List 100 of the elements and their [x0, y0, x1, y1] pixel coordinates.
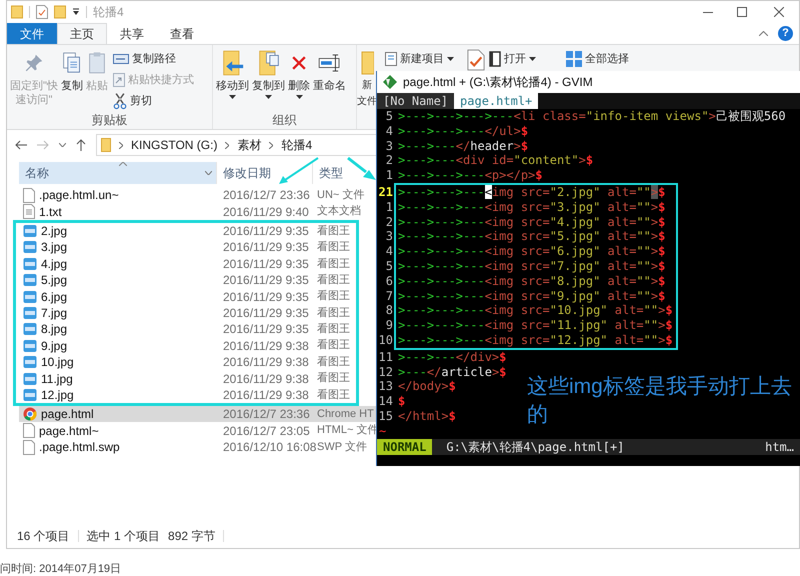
file-row[interactable]: page.html 2016/12/7 23:36 Chrome HT [19, 406, 377, 422]
image-file-icon [23, 372, 37, 386]
file-icon [23, 440, 35, 455]
file-name: 7.jpg [41, 304, 68, 322]
line-number: 6 [384, 274, 394, 289]
dropdown-icon [447, 57, 454, 61]
group-label: 剪贴板 [90, 112, 128, 129]
image-file-icon [23, 224, 37, 238]
ribbon-button[interactable]: 打开 [489, 50, 536, 68]
rename-icon [318, 54, 342, 72]
file-row[interactable]: 1.txt 2016/11/29 9:40 文本文档 [19, 203, 377, 220]
file-name: .page.html.un~ [39, 187, 119, 204]
file-row[interactable]: 4.jpg 2016/11/29 9:35 看图王 [19, 256, 356, 272]
customize-icon[interactable] [72, 8, 80, 16]
collapse-icon[interactable] [759, 31, 768, 36]
properties-icon[interactable] [36, 5, 48, 19]
file-row[interactable]: .page.html.swp 2016/12/10 16:08SWP 文件 [19, 438, 377, 456]
code-line: >--->--->---<img src="7.jpg" alt="">$ [398, 258, 666, 274]
breadcrumb[interactable]: 素材 [237, 136, 262, 154]
code-line: >--->--->---<img src="12.jpg" alt="">$ [398, 332, 673, 348]
ribbon-button[interactable]: 重命名 [312, 49, 347, 93]
file-name: page.html [41, 406, 94, 424]
line-number: 15 [378, 408, 394, 424]
line-number: 3 [384, 138, 394, 154]
breadcrumb[interactable]: KINGSTON (G:) [131, 136, 218, 154]
column-header[interactable]: 类型 [313, 162, 377, 184]
image-file-icon [23, 322, 37, 336]
file-type: 看图王 [316, 240, 350, 256]
file-date: 2016/11/29 9:35 [222, 272, 310, 290]
file-row[interactable]: 6.jpg 2016/11/29 9:35 看图王 [19, 288, 356, 305]
file-name: 9.jpg [41, 338, 68, 355]
folder-icon [11, 5, 23, 19]
button-label: 新 [362, 79, 372, 93]
ribbon-button[interactable]: 移动到 [215, 49, 250, 99]
ribbon-button[interactable]: 复制路径 [113, 50, 194, 68]
file-type: 看图王 [316, 272, 350, 288]
chevron-icon [225, 142, 230, 148]
line-number: 5 [384, 258, 394, 274]
line-number: 2 [384, 214, 394, 230]
chevron-icon [119, 142, 123, 148]
ribbon-button[interactable]: 全部选择 [566, 50, 629, 68]
window-title: page.html + (G:\素材\轮播4) - GVIM [403, 74, 593, 91]
file-row[interactable]: 7.jpg 2016/11/29 9:35 看图王 [19, 304, 356, 322]
ribbon-button[interactable]: 新 文件 [357, 49, 377, 109]
status-text: 选中 1 个项目 [86, 528, 160, 545]
file-row[interactable]: 2.jpg 2016/11/29 9:35 看图王 [19, 222, 356, 240]
file-type: Chrome HT [316, 407, 374, 422]
folder-arrow-icon [222, 50, 244, 76]
file-row[interactable]: 12.jpg 2016/11/29 9:38 看图王 [19, 386, 356, 404]
editor-tab[interactable]: [No Name] [377, 93, 454, 109]
ribbon-button[interactable]: 复制到 [251, 49, 286, 99]
ribbon-tab[interactable]: 主页 [57, 23, 107, 44]
code-line: </html>$ [398, 408, 456, 424]
file-row[interactable]: 5.jpg 2016/11/29 9:35 看图王 [19, 272, 356, 288]
line-number: 4 [384, 244, 394, 259]
file-date: 2016/11/29 9:38 [222, 354, 310, 372]
file-type: htm… [765, 438, 795, 455]
code-line: >--->---</div>$ [398, 350, 506, 365]
up-icon[interactable] [76, 139, 86, 151]
file-type: 看图王 [316, 306, 350, 321]
code-line: >--->--->---<img src="3.jpg" alt="">$ [398, 200, 666, 215]
file-row[interactable]: 10.jpg 2016/11/29 9:38 看图王 [19, 354, 356, 370]
button-label: 移动到 [216, 79, 249, 93]
button-label: 粘贴快捷方式 [128, 72, 194, 88]
ribbon-button[interactable]: 剪切 [113, 92, 194, 110]
breadcrumb[interactable]: 轮播4 [281, 136, 312, 154]
file-row[interactable]: 9.jpg 2016/11/29 9:38 看图王 [19, 338, 356, 354]
file-date: 2016/12/7 23:36 [222, 187, 311, 204]
ribbon-tab[interactable]: 查看 [157, 23, 207, 44]
code-line: >--->--->---<img src="4.jpg" alt="">$ [398, 214, 666, 230]
address-bar[interactable]: KINGSTON (G:) 素材 轮播4 [96, 134, 377, 156]
shortcut-icon [113, 73, 125, 87]
folder-copy-icon [258, 50, 280, 76]
ribbon-tab[interactable]: 共享 [107, 23, 157, 44]
button-label: 剪切 [130, 94, 152, 109]
ribbon-button[interactable]: 删除 [287, 49, 311, 99]
ribbon-button[interactable]: 复制 [60, 49, 84, 93]
line-number: 1 [384, 168, 394, 183]
image-file-icon [23, 290, 37, 304]
back-icon[interactable] [15, 140, 27, 150]
help-button[interactable]: ? [778, 26, 793, 41]
button-label: 新建项目 [400, 52, 444, 67]
column-header[interactable]: 名称 [19, 162, 217, 184]
editor-tab[interactable]: page.html+ [454, 93, 538, 109]
file-icon [23, 188, 35, 203]
line-number: 1 [384, 200, 394, 215]
file-row[interactable]: 8.jpg 2016/11/29 9:35 看图王 [19, 321, 356, 338]
file-type: 看图王 [316, 322, 350, 338]
file-date: 2016/11/29 9:35 [222, 256, 310, 273]
ribbon-tab[interactable]: 文件 [7, 23, 57, 44]
ribbon-button[interactable]: 新建项目 [385, 50, 454, 68]
recent-icon[interactable] [59, 143, 66, 147]
code-line: >--->---<div id="content">$ [398, 153, 594, 168]
file-row[interactable]: 3.jpg 2016/11/29 9:35 看图王 [19, 239, 356, 256]
file-row[interactable]: 11.jpg 2016/11/29 9:38 看图王 [19, 370, 356, 387]
maximize-icon [737, 7, 747, 17]
file-row[interactable]: .page.html.un~ 2016/12/7 23:36 UN~ 文件 [19, 187, 377, 204]
file-date: 2016/12/7 23:36 [222, 406, 311, 424]
image-file-icon [23, 338, 37, 353]
sort-icon [119, 162, 127, 166]
